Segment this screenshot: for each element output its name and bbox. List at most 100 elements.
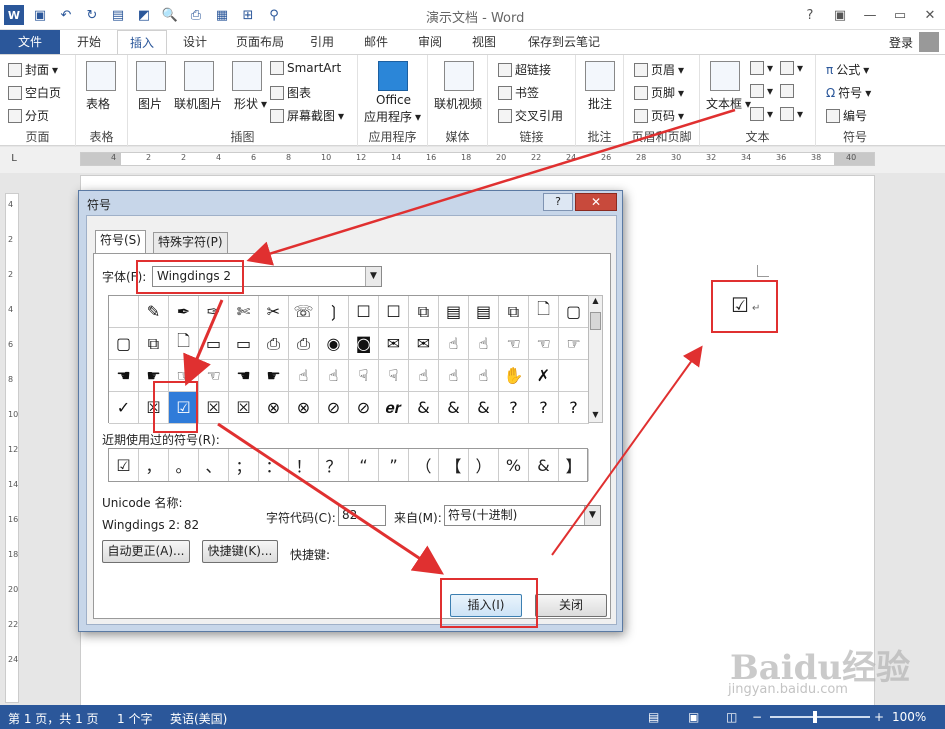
symbol-cell[interactable]: ✋ [499, 360, 529, 392]
autocorrect-button[interactable]: 自动更正(A)... [102, 540, 190, 563]
symbol-cell[interactable]: ☝ [469, 328, 499, 360]
recent-symbol-cell[interactable]: 】 [559, 449, 589, 481]
ribbon-options-icon[interactable]: ▣ [825, 0, 855, 30]
symbol-cell[interactable]: ▭ [229, 328, 259, 360]
chevron-down-icon[interactable]: ▼ [584, 506, 600, 525]
symbol-cell[interactable]: ☛ [259, 360, 289, 392]
close-button[interactable]: ✕ [915, 0, 945, 30]
symbol-cell[interactable]: 🗋 [529, 296, 559, 328]
grid-icon[interactable]: ⊞ [238, 5, 258, 25]
symbol-cell[interactable]: ⊗ [289, 392, 319, 424]
symbol-cell[interactable]: ☞ [559, 328, 589, 360]
new-document-icon[interactable]: ◩ [134, 5, 154, 25]
symbol-cell[interactable]: ⎙ [289, 328, 319, 360]
signature-line-button[interactable]: ▾ [780, 61, 803, 75]
page-number-button[interactable]: 页码 ▾ [634, 107, 684, 124]
symbol-cell[interactable]: ☟ [379, 360, 409, 392]
symbol-cell[interactable]: ☝ [439, 360, 469, 392]
zoom-slider-thumb[interactable] [813, 711, 817, 723]
symbol-cell[interactable]: ? [529, 392, 559, 424]
symbol-cell[interactable]: ☝ [289, 360, 319, 392]
undo-icon[interactable]: ↶ [56, 5, 76, 25]
page-break-button[interactable]: 分页 [8, 107, 49, 124]
save-icon[interactable]: ▣ [30, 5, 50, 25]
status-page[interactable]: 第 1 页，共 1 页 [8, 710, 99, 727]
online-picture-button[interactable]: 联机图片 [174, 95, 222, 112]
symbol-cell[interactable]: ☐ [379, 296, 409, 328]
symbol-cell[interactable]: ✑ [199, 296, 229, 328]
symbol-cell[interactable]: ▢ [109, 328, 139, 360]
recent-symbol-cell[interactable]: （ [409, 449, 439, 481]
dropcap-button[interactable]: ▾ [750, 107, 773, 121]
wordart-button[interactable]: ▾ [750, 84, 773, 98]
help-button[interactable]: ? [795, 0, 825, 30]
symbol-cell[interactable]: ? [559, 392, 589, 424]
char-code-input[interactable]: 82 [338, 505, 386, 526]
shapes-button[interactable]: 形状 ▾ [234, 95, 267, 112]
symbol-cell[interactable]: ✒ [169, 296, 199, 328]
zoom-in-icon[interactable]: + [874, 710, 884, 724]
dialog-close-button[interactable]: ✕ [575, 193, 617, 211]
horizontal-ruler[interactable]: 4 2 2 4 6 8 10 12 14 16 18 20 22 24 26 28 30 32 34 36 38 40 [80, 152, 875, 166]
symbol-cell[interactable]: ☝ [439, 328, 469, 360]
avatar[interactable] [919, 32, 939, 52]
symbol-cell[interactable]: ☏ [289, 296, 319, 328]
symbol-cell[interactable]: ✂ [259, 296, 289, 328]
symbol-cell[interactable]: ☚ [109, 360, 139, 392]
online-video-button[interactable]: 联机视频 [434, 95, 482, 112]
equation-button[interactable]: π 公式 ▾ [826, 61, 869, 78]
shortcut-key-button[interactable]: 快捷键(K)... [202, 540, 278, 563]
hyperlink-button[interactable]: 超链接 [498, 61, 551, 78]
vertical-ruler[interactable]: 4 2 2 4 6 8 10 12 14 16 18 20 22 24 [5, 193, 19, 703]
tab-references[interactable]: 引用 [302, 30, 342, 54]
recent-symbol-cell[interactable]: ： [259, 449, 289, 481]
tab-cloud-note[interactable]: 保存到云笔记 [518, 30, 610, 54]
symbol-cell[interactable]: ⧉ [409, 296, 439, 328]
tab-insert[interactable]: 插入 [117, 30, 167, 55]
symbol-cell[interactable]: 🗋 [169, 328, 199, 360]
scrollbar-thumb[interactable] [590, 312, 601, 330]
symbol-cell[interactable]: & [439, 392, 469, 424]
symbol-cell[interactable]: & [409, 392, 439, 424]
recent-symbol-cell[interactable]: ☑ [109, 449, 139, 481]
web-layout-icon[interactable]: ◫ [726, 710, 737, 724]
symbol-cell[interactable]: ☜ [529, 328, 559, 360]
symbol-cell[interactable]: ⎙ [259, 328, 289, 360]
symbol-cell[interactable]: ▭ [199, 328, 229, 360]
symbol-cell[interactable]: ⊗ [259, 392, 289, 424]
smartart-button[interactable]: SmartArt [270, 61, 341, 75]
symbol-cell[interactable]: ▤ [469, 296, 499, 328]
tab-review[interactable]: 审阅 [410, 30, 450, 54]
symbol-cell[interactable]: ❳ [319, 296, 349, 328]
symbol-cell[interactable] [559, 360, 589, 392]
ruler-corner-icon[interactable]: L [8, 153, 20, 165]
symbol-cell[interactable]: ☜ [499, 328, 529, 360]
table-button[interactable]: 表格 [86, 95, 110, 112]
recent-symbol-cell[interactable]: ！ [289, 449, 319, 481]
symbol-button[interactable]: Ω 符号 ▾ [826, 84, 871, 101]
symbol-cell[interactable]: ☒ [229, 392, 259, 424]
symbol-cell[interactable]: ◙ [349, 328, 379, 360]
print-icon[interactable]: ⎙ [186, 5, 206, 25]
symbol-cell[interactable]: ⧉ [499, 296, 529, 328]
save-as-icon[interactable]: ▤ [108, 5, 128, 25]
minimize-button[interactable]: — [855, 0, 885, 30]
close-dialog-button[interactable]: 关闭 [535, 594, 607, 617]
recent-symbol-cell[interactable]: “ [349, 449, 379, 481]
recent-symbol-cell[interactable]: ； [229, 449, 259, 481]
symbol-cell[interactable]: ☝ [469, 360, 499, 392]
recent-symbol-cell[interactable]: ， [139, 449, 169, 481]
recent-symbol-cell[interactable]: 。 [169, 449, 199, 481]
cover-page-button[interactable]: 封面 ▾ [8, 61, 58, 78]
chevron-down-icon[interactable]: ▼ [365, 267, 381, 286]
bookmark-button[interactable]: 书签 [498, 84, 539, 101]
tab-page-layout[interactable]: 页面布局 [228, 30, 292, 54]
symbol-cell[interactable]: ? [499, 392, 529, 424]
header-button[interactable]: 页眉 ▾ [634, 61, 684, 78]
tab-file[interactable]: 文件 [0, 30, 60, 54]
chart-button[interactable]: 图表 [270, 84, 311, 101]
tab-view[interactable]: 视图 [464, 30, 504, 54]
login-link[interactable]: 登录 [889, 34, 913, 51]
scroll-down-icon[interactable]: ▼ [589, 410, 602, 422]
symbol-cell[interactable]: ✉ [409, 328, 439, 360]
